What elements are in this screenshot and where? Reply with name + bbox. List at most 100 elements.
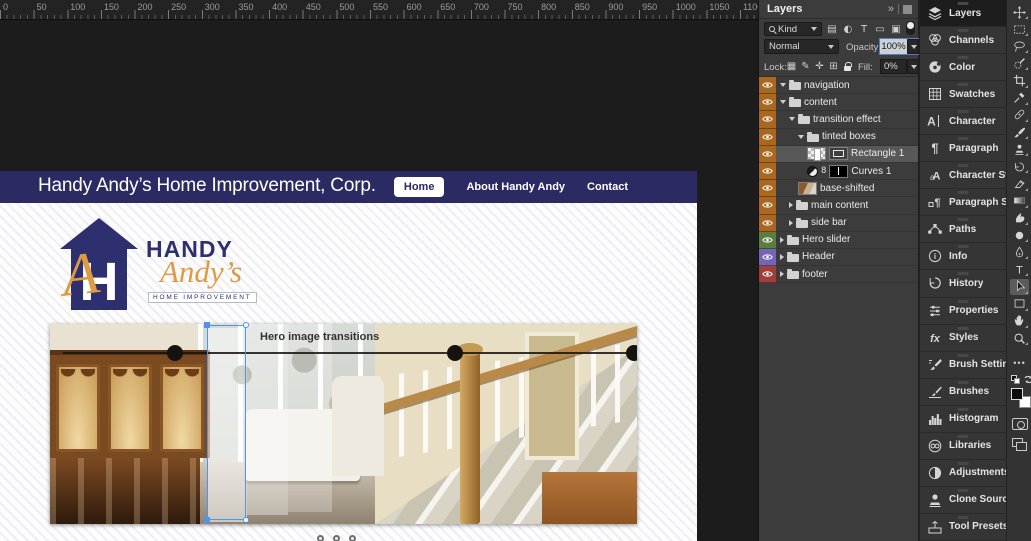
lock-pixels-icon[interactable]: ✎ (799, 60, 812, 73)
layer-row-body[interactable]: main content (776, 197, 918, 215)
layer-row-body[interactable]: side bar (776, 215, 918, 232)
crop-tool[interactable] (1010, 73, 1029, 89)
layer-row-base-shifted[interactable]: base-shifted (759, 180, 918, 198)
lock-artboard-icon[interactable]: ⊞ (827, 60, 840, 73)
lock-position-icon[interactable]: ✛ (813, 60, 826, 73)
layer-filtering-toggle[interactable] (906, 21, 915, 35)
filter-smart-objects-icon[interactable]: ▣ (889, 22, 903, 36)
lasso-tool[interactable] (1010, 38, 1029, 54)
clone-stamp-tool[interactable] (1010, 141, 1029, 157)
quick-selection-tool[interactable] (1010, 55, 1029, 71)
layer-row-content[interactable]: content (759, 94, 918, 112)
kind-filter-dropdown[interactable]: Kind (764, 22, 822, 36)
panel-tab-swatches[interactable]: Swatches (920, 81, 1006, 109)
layer-name[interactable]: Hero slider (802, 234, 850, 245)
blend-mode-dropdown[interactable]: Normal (764, 39, 839, 54)
transform-handle-br[interactable] (243, 517, 249, 523)
path-select-tool[interactable] (1010, 278, 1029, 295)
layer-row-body[interactable]: 8 Curves 1 (776, 163, 918, 181)
transform-handle-tl[interactable] (204, 322, 210, 328)
layer-row-body[interactable]: navigation (776, 77, 918, 95)
filter-adjustment-layers-icon[interactable]: ◐ (841, 22, 855, 36)
filter-shape-layers-icon[interactable]: ▭ (873, 22, 887, 36)
layer-name[interactable]: content (804, 97, 837, 108)
zoom-tool[interactable] (1010, 330, 1029, 346)
layer-row-body[interactable]: transition effect (776, 111, 918, 129)
transform-handle-bl[interactable] (204, 517, 210, 523)
layer-visibility-eye-icon[interactable] (759, 77, 776, 95)
layer-row-body[interactable]: content (776, 94, 918, 112)
layer-visibility-eye-icon[interactable] (759, 266, 776, 284)
layer-name[interactable]: footer (802, 269, 828, 280)
panel-tab-libraries[interactable]: Libraries (920, 433, 1006, 460)
panel-tab-color[interactable]: Color (920, 54, 1006, 82)
default-colors-icon[interactable] (1011, 375, 1020, 384)
layer-row-main-content[interactable]: main content (759, 197, 918, 215)
foreground-color-swatch[interactable] (1011, 388, 1023, 400)
horizontal-ruler[interactable]: 0 50 100 150 200 250 300 350 400 450 500 550 600 650 7… (0, 0, 758, 20)
history-brush-tool[interactable] (1010, 158, 1029, 174)
screen-mode-icon[interactable] (1012, 438, 1028, 451)
layer-name[interactable]: Curves 1 (851, 166, 891, 177)
layer-name[interactable]: transition effect (813, 114, 881, 125)
mock-nav-about-handy-andy[interactable]: About Handy Andy (466, 181, 565, 193)
opacity-dropdown-button[interactable] (907, 39, 919, 54)
panel-tab-info[interactable]: i Info (920, 243, 1006, 271)
panel-tab-channels[interactable]: Channels (920, 27, 1006, 55)
panel-tab-history[interactable]: History (920, 270, 1006, 298)
panel-tab-tool-presets[interactable]: Tool Presets (920, 514, 1006, 541)
layer-visibility-eye-icon[interactable] (759, 214, 776, 232)
panel-tab-brush-setting[interactable]: Brush Setting… (920, 352, 1006, 379)
layer-row-rectangle-1[interactable]: Rectangle 1 (759, 145, 918, 163)
panel-tab-styles[interactable]: fx Styles (920, 325, 1006, 352)
panel-tab-paragraph[interactable]: ¶ Paragraph (920, 135, 1006, 163)
layer-visibility-eye-icon[interactable] (759, 231, 776, 249)
layer-visibility-eye-icon[interactable] (759, 128, 776, 146)
canvas-pasteboard[interactable]: Handy Andy’s Home Improvement, Corp. Hom… (0, 21, 758, 541)
panel-tab-properties[interactable]: Properties (920, 298, 1006, 325)
gradient-tool[interactable] (1010, 193, 1029, 209)
filter-type-layers-icon[interactable]: T (857, 22, 871, 36)
transform-handle-tr[interactable] (243, 322, 249, 328)
layer-name[interactable]: tinted boxes (822, 131, 876, 142)
filter-pixel-layers-icon[interactable]: ▤ (825, 22, 839, 36)
transform-selection-box[interactable] (204, 322, 249, 523)
layer-row-body[interactable]: footer (776, 266, 918, 284)
layer-visibility-eye-icon[interactable] (759, 248, 776, 267)
hero-slider-image[interactable]: Hero image transitions (50, 324, 637, 524)
spot-healing-tool[interactable] (1010, 107, 1029, 123)
type-tool[interactable]: T (1010, 261, 1029, 277)
panel-tab-clone-source[interactable]: Clone Source (920, 487, 1006, 514)
eraser-tool[interactable] (1010, 176, 1029, 192)
smudge-tool[interactable] (1010, 210, 1029, 226)
layer-row-body[interactable]: Header (776, 249, 918, 267)
foreground-background-swatches[interactable] (1011, 388, 1031, 408)
mock-nav-contact[interactable]: Contact (587, 181, 628, 193)
toolbar-more-icon[interactable]: ••• (1007, 358, 1031, 368)
layers-panel-tab[interactable]: Layers (767, 3, 802, 15)
layer-name[interactable]: main content (811, 200, 868, 211)
pager-dot[interactable] (349, 535, 356, 541)
pager-dot[interactable] (317, 535, 324, 541)
mock-nav-home[interactable]: Home (393, 177, 445, 197)
panel-tab-character-sty[interactable]: aA Character Sty… (920, 162, 1006, 190)
layer-row-body[interactable]: Hero slider (776, 232, 918, 249)
eyedropper-tool[interactable] (1010, 90, 1029, 106)
lock-transparency-icon[interactable]: ▦ (785, 60, 798, 73)
layer-row-side-bar[interactable]: side bar (759, 214, 918, 232)
layer-visibility-eye-icon[interactable] (759, 111, 776, 129)
layer-row-header[interactable]: Header (759, 248, 918, 267)
fill-dropdown-button[interactable] (907, 59, 919, 74)
opacity-input[interactable]: 100% (880, 39, 907, 54)
panel-menu-icon[interactable] (903, 5, 912, 14)
collapse-panel-icon[interactable]: » (888, 3, 894, 15)
layer-row-body[interactable]: tinted boxes (776, 129, 918, 146)
layer-row-hero-slider[interactable]: Hero slider (759, 231, 918, 249)
layer-row-transition-effect[interactable]: transition effect (759, 111, 918, 129)
panel-tab-layers[interactable]: Layers (920, 0, 1006, 28)
panel-tab-histogram[interactable]: Histogram (920, 406, 1006, 433)
panel-tab-paragraph-st[interactable]: ¶ Paragraph St… (920, 189, 1006, 217)
fill-input[interactable]: 0% (880, 59, 907, 74)
layer-row-footer[interactable]: footer (759, 266, 918, 284)
rectangle-tool[interactable] (1010, 296, 1029, 312)
